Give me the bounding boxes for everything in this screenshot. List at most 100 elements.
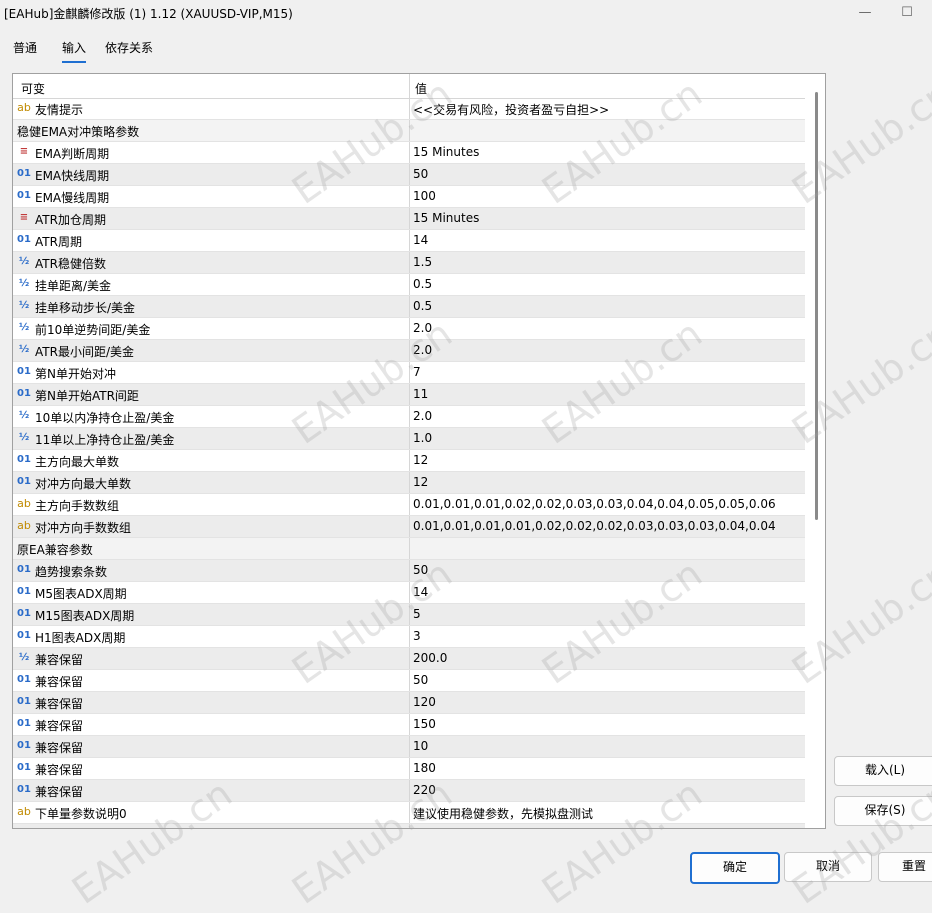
parameter-row[interactable]: 01 主方向最大单数 12 [13,450,805,472]
parameter-row[interactable]: ½ 10单以内净持仓止盈/美金 2.0 [13,406,805,428]
parameter-name: 挂单距离/美金 [35,279,112,293]
save-button[interactable]: 保存(S) [834,796,932,826]
parameter-row[interactable]: ≡ EMA判断周期 15 Minutes [13,142,805,164]
vertical-scrollbar[interactable] [809,74,824,828]
parameter-row[interactable]: ½ 挂单移动步长/美金 0.5 [13,296,805,318]
parameter-row[interactable]: ½ 前10单逆势间距/美金 2.0 [13,318,805,340]
parameter-value[interactable]: 2.0 [413,343,432,357]
parameter-row[interactable]: ≡ ATR加仓周期 15 Minutes [13,208,805,230]
cancel-button[interactable]: 取消 [784,852,872,882]
parameter-value[interactable]: 50 [413,167,428,181]
parameter-value[interactable]: 0.5 [413,299,432,313]
parameter-value[interactable]: 2.0 [413,321,432,335]
string-type-icon: ab [17,805,31,818]
parameter-value[interactable]: 0.01,0.01,0.01,0.02,0.02,0.03,0.03,0.04,… [413,497,776,511]
section-row[interactable]: 稳健EMA对冲策略参数 [13,120,805,142]
parameter-name: 友情提示 [35,103,84,117]
column-divider[interactable] [409,74,410,98]
parameter-row[interactable]: ½ 11单以上净持仓止盈/美金 1.0 [13,428,805,450]
reset-button[interactable]: 重置 [878,852,932,882]
parameter-value[interactable]: 120 [413,695,436,709]
double-type-icon: ½ [18,344,30,355]
parameter-value[interactable]: 15 Minutes [413,145,479,159]
parameter-value[interactable]: 15 Minutes [413,211,479,225]
parameter-value[interactable]: 5 [413,607,421,621]
parameter-value[interactable]: 11 [413,387,428,401]
parameter-row[interactable]: 01 H1图表ADX周期 3 [13,626,805,648]
parameter-row[interactable]: 01 兼容保留 120 [13,692,805,714]
title-bar: [EAHub]金麒麟修改版 (1) 1.12 (XAUUSD-VIP,M15) … [0,0,932,32]
parameter-value[interactable]: <<交易有风险，投资者盈亏自担>> [413,101,609,118]
parameter-value[interactable]: 14 [413,233,428,247]
maximize-icon[interactable]: ☐ [892,2,922,26]
parameter-value[interactable]: 12 [413,453,428,467]
parameter-name: ATR加仓周期 [35,213,106,227]
parameter-value[interactable]: 1.0 [413,431,432,445]
parameter-value[interactable]: 0.01,0.01,0.01,0.01,0.02,0.02,0.02,0.03,… [413,519,776,533]
parameter-value[interactable]: 12 [413,475,428,489]
parameter-row[interactable]: ab 主方向手数数组 0.01,0.01,0.01,0.02,0.02,0.03,0… [13,494,805,516]
parameter-row[interactable]: 01 趋势搜索条数 50 [13,560,805,582]
parameter-value[interactable]: 0.5 [413,277,432,291]
parameter-row[interactable]: ½ 挂单距离/美金 0.5 [13,274,805,296]
section-row[interactable]: 原EA兼容参数 [13,538,805,560]
parameter-row[interactable]: 01 兼容保留 50 [13,670,805,692]
parameter-value[interactable]: 10 [413,739,428,753]
parameter-value[interactable]: 50 [413,563,428,577]
parameter-row[interactable]: 01 第N单开始对冲 7 [13,362,805,384]
parameter-value[interactable]: 100000.0 [413,827,470,828]
parameter-row[interactable]: 01 EMA慢线周期 100 [13,186,805,208]
column-header-value[interactable]: 值 [415,80,427,97]
ok-button[interactable]: 确定 [690,852,780,884]
parameter-name: EMA慢线周期 [35,191,110,205]
parameter-value[interactable]: 14 [413,585,428,599]
parameter-row[interactable]: 01 对冲方向最大单数 12 [13,472,805,494]
parameter-row[interactable]: 01 M5图表ADX周期 14 [13,582,805,604]
parameter-row[interactable]: 01 兼容保留 10 [13,736,805,758]
tab-inputs[interactable]: 输入 [62,39,87,63]
tab-dependencies[interactable]: 依存关系 [105,39,153,56]
parameter-value[interactable]: 3 [413,629,421,643]
parameter-row[interactable]: ½ 兼容保留 100000.0 [13,824,805,828]
parameter-value[interactable]: 7 [413,365,421,379]
parameter-row[interactable]: ½ ATR稳健倍数 1.5 [13,252,805,274]
integer-type-icon: 01 [17,168,31,179]
parameter-row[interactable]: 01 兼容保留 220 [13,780,805,802]
parameter-value[interactable]: 220 [413,783,436,797]
parameter-value[interactable]: 200.0 [413,651,447,665]
parameter-value[interactable]: 1.5 [413,255,432,269]
parameter-row[interactable]: 01 兼容保留 150 [13,714,805,736]
parameter-value[interactable]: 180 [413,761,436,775]
column-header-name[interactable]: 可变 [21,80,45,97]
scrollbar-thumb[interactable] [815,92,818,520]
parameter-value[interactable]: 150 [413,717,436,731]
parameter-row[interactable]: 01 EMA快线周期 50 [13,164,805,186]
parameter-row[interactable]: ab 下单量参数说明0 建议使用稳健参数，先模拟盘测试 [13,802,805,824]
string-type-icon: ab [17,101,31,114]
load-button[interactable]: 载入(L) [834,756,932,786]
parameter-row[interactable]: 01 第N单开始ATR间距 11 [13,384,805,406]
minimize-icon[interactable]: — [850,2,880,26]
parameter-name-cell: 01 兼容保留 [13,780,410,801]
string-type-icon: ab [17,519,31,532]
integer-type-icon: 01 [17,234,31,245]
parameter-row[interactable]: ½ ATR最小间距/美金 2.0 [13,340,805,362]
parameter-row[interactable]: 01 ATR周期 14 [13,230,805,252]
parameter-value[interactable]: 100 [413,189,436,203]
parameter-value[interactable]: 建议使用稳健参数，先模拟盘测试 [413,805,593,822]
parameter-name-cell: 稳健EMA对冲策略参数 [13,120,410,141]
parameter-value[interactable]: 2.0 [413,409,432,423]
parameter-row[interactable]: ab 对冲方向手数数组 0.01,0.01,0.01,0.01,0.02,0.02,… [13,516,805,538]
parameter-row[interactable]: 01 M15图表ADX周期 5 [13,604,805,626]
parameter-row[interactable]: ab 友情提示 <<交易有风险，投资者盈亏自担>> [13,98,805,120]
parameter-row[interactable]: ½ 兼容保留 200.0 [13,648,805,670]
parameter-name: 主方向手数数组 [35,499,120,513]
parameter-name: 主方向最大单数 [35,455,120,469]
parameter-name-cell: 01 兼容保留 [13,670,410,691]
parameter-name-cell: ab 友情提示 [13,98,410,119]
parameter-name: EMA快线周期 [35,169,110,183]
parameter-name: ATR最小间距/美金 [35,345,134,359]
parameter-row[interactable]: 01 兼容保留 180 [13,758,805,780]
tab-general[interactable]: 普通 [13,39,37,56]
parameter-value[interactable]: 50 [413,673,428,687]
